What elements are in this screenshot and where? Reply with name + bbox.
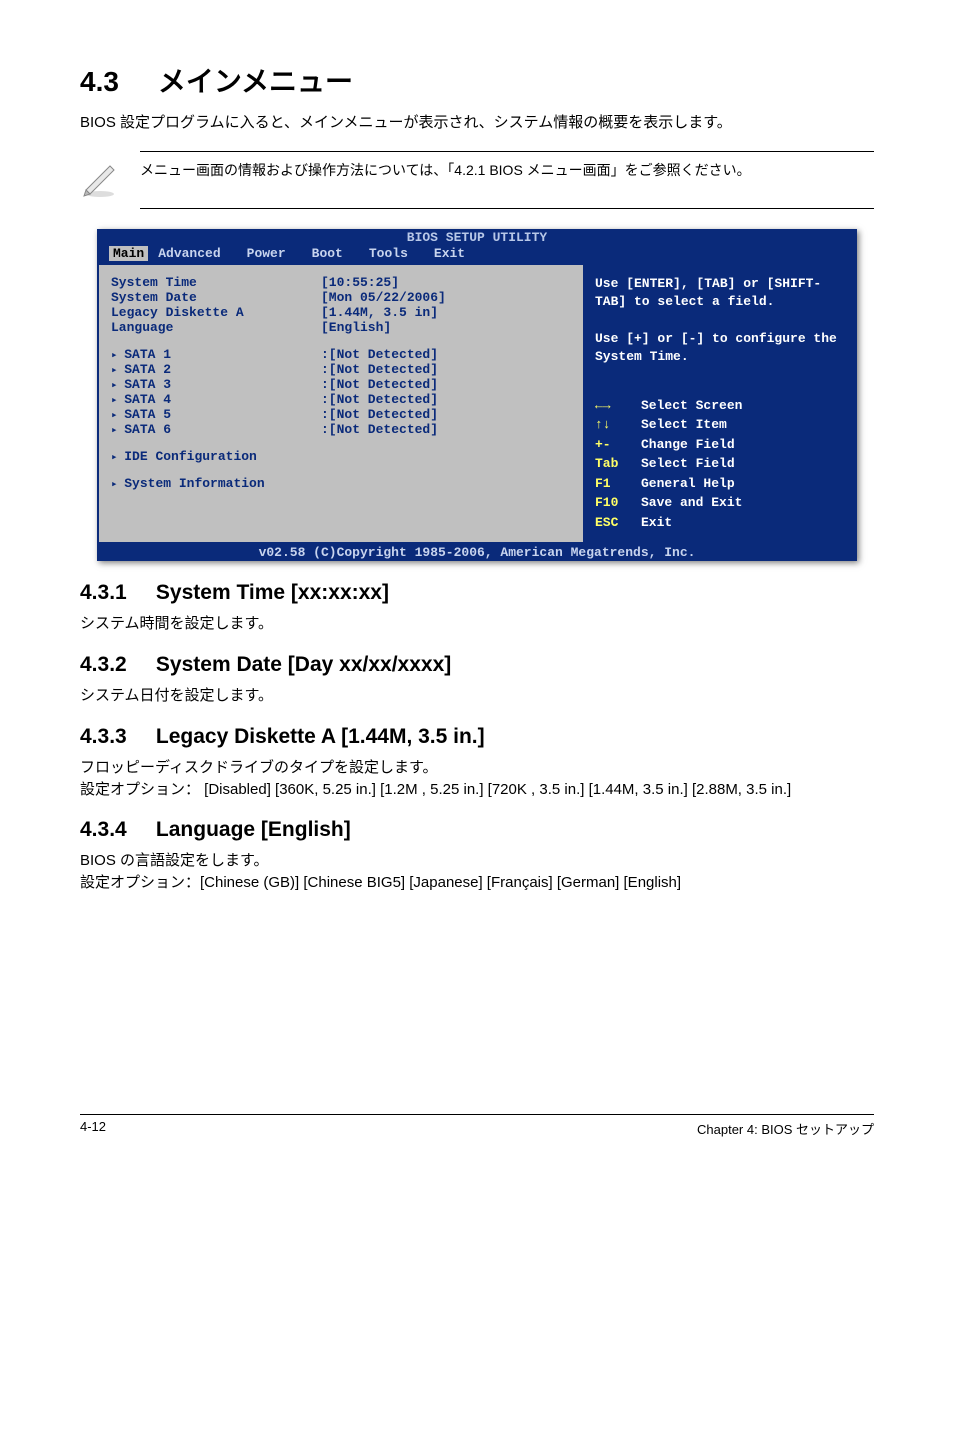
row-sata3-value: :[Not Detected]	[321, 377, 438, 392]
row-sata1-value: :[Not Detected]	[321, 347, 438, 362]
row-sata2-label: SATA 2	[111, 362, 321, 377]
body-4-3-2: システム日付を設定します。	[80, 685, 874, 707]
bios-tab-boot: Boot	[312, 246, 359, 261]
key-select-screen: Select Screen	[641, 398, 742, 413]
key-f10: F10	[595, 493, 641, 513]
row-sata5-label: SATA 5	[111, 407, 321, 422]
row-sata6-value: :[Not Detected]	[321, 422, 438, 437]
row-sata3-label: SATA 3	[111, 377, 321, 392]
section-number: 4.3	[80, 66, 119, 97]
row-ide-config: IDE Configuration	[111, 449, 321, 464]
bios-tab-main: Main	[109, 246, 148, 261]
heading-4-3-1-title: System Time [xx:xx:xx]	[156, 581, 389, 604]
heading-4-3-4: 4.3.4 Language [English]	[80, 818, 874, 842]
key-exit: Exit	[641, 515, 672, 530]
key-esc: ESC	[595, 513, 641, 533]
key-general-help: General Help	[641, 476, 735, 491]
key-select-field: Select Field	[641, 456, 735, 471]
bios-tab-tools: Tools	[369, 246, 424, 261]
heading-4-3-1-num: 4.3.1	[80, 581, 127, 604]
key-f1: F1	[595, 474, 641, 494]
key-tab: Tab	[595, 454, 641, 474]
row-legacy-diskette-label: Legacy Diskette A	[111, 305, 321, 320]
bios-screenshot: BIOS SETUP UTILITY Main Advanced Power B…	[97, 229, 857, 561]
row-legacy-diskette-value: [1.44M, 3.5 in]	[321, 305, 438, 320]
note-pencil-icon	[80, 160, 120, 200]
key-select-item: Select Item	[641, 417, 727, 432]
bios-key-legend: Select Screen Select Item +-Change Field…	[595, 396, 845, 533]
bios-help-text: Use [ENTER], [TAB] or [SHIFT-TAB] to sel…	[595, 275, 845, 366]
bios-tab-advanced: Advanced	[158, 246, 236, 261]
bios-footer: v02.58 (C)Copyright 1985-2006, American …	[97, 544, 857, 561]
row-sata4-label: SATA 4	[111, 392, 321, 407]
row-system-date-value: [Mon 05/22/2006]	[321, 290, 446, 305]
row-sata6-label: SATA 6	[111, 422, 321, 437]
arrow-left-right-icon	[595, 396, 641, 416]
heading-4-3-3: 4.3.3 Legacy Diskette A [1.44M, 3.5 in.]	[80, 725, 874, 749]
row-system-time-label: System Time	[111, 275, 321, 290]
key-change-field: Change Field	[641, 437, 735, 452]
heading-4-3-2-title: System Date [Day xx/xx/xxxx]	[156, 653, 451, 676]
row-language-value: [English]	[321, 320, 391, 335]
row-language-label: Language	[111, 320, 321, 335]
heading-4-3-1: 4.3.1 System Time [xx:xx:xx]	[80, 581, 874, 605]
bios-help-panel: Use [ENTER], [TAB] or [SHIFT-TAB] to sel…	[583, 265, 857, 544]
note-box: メニュー画面の情報および操作方法については、「4.2.1 BIOS メニュー画面…	[140, 151, 874, 209]
bios-menu-bar: Main Advanced Power Boot Tools Exit	[97, 246, 857, 263]
key-plusminus: +-	[595, 435, 641, 455]
bios-tab-power: Power	[247, 246, 302, 261]
row-sata2-value: :[Not Detected]	[321, 362, 438, 377]
row-system-info: System Information	[111, 476, 321, 491]
row-sata4-value: :[Not Detected]	[321, 392, 438, 407]
bios-header: BIOS SETUP UTILITY	[97, 229, 857, 246]
chapter-label: Chapter 4: BIOS セットアップ	[697, 1119, 874, 1138]
note-text: メニュー画面の情報および操作方法については、「4.2.1 BIOS メニュー画面…	[140, 160, 751, 181]
arrow-up-down-icon	[595, 415, 641, 435]
row-system-time-value: [10:55:25]	[321, 275, 399, 290]
row-sata1-label: SATA 1	[111, 347, 321, 362]
body-4-3-4: BIOS の言語設定をします。 設定オプション：[Chinese (GB)] […	[80, 850, 874, 894]
row-sata5-value: :[Not Detected]	[321, 407, 438, 422]
intro-text: BIOS 設定プログラムに入ると、メインメニューが表示され、システム情報の概要を…	[80, 112, 874, 133]
bios-main-panel: System Time[10:55:25] System Date[Mon 05…	[97, 265, 583, 544]
body-4-3-1: システム時間を設定します。	[80, 613, 874, 635]
body-4-3-3: フロッピーディスクドライブのタイプを設定します。 設定オプション： [Disab…	[80, 757, 874, 801]
section-name: メインメニュー	[158, 66, 353, 97]
heading-4-3-2-num: 4.3.2	[80, 653, 127, 676]
row-system-date-label: System Date	[111, 290, 321, 305]
heading-4-3-3-num: 4.3.3	[80, 725, 127, 748]
key-save-exit: Save and Exit	[641, 495, 742, 510]
page-footer: 4-12 Chapter 4: BIOS セットアップ	[80, 1114, 874, 1138]
heading-4-3-3-title: Legacy Diskette A [1.44M, 3.5 in.]	[156, 725, 485, 748]
heading-4-3-2: 4.3.2 System Date [Day xx/xx/xxxx]	[80, 653, 874, 677]
heading-4-3-4-title: Language [English]	[156, 818, 351, 841]
page-number: 4-12	[80, 1119, 106, 1138]
heading-4-3-4-num: 4.3.4	[80, 818, 127, 841]
bios-tab-exit: Exit	[434, 246, 481, 261]
section-4-3-title: 4.3 メインメニュー	[80, 60, 874, 100]
